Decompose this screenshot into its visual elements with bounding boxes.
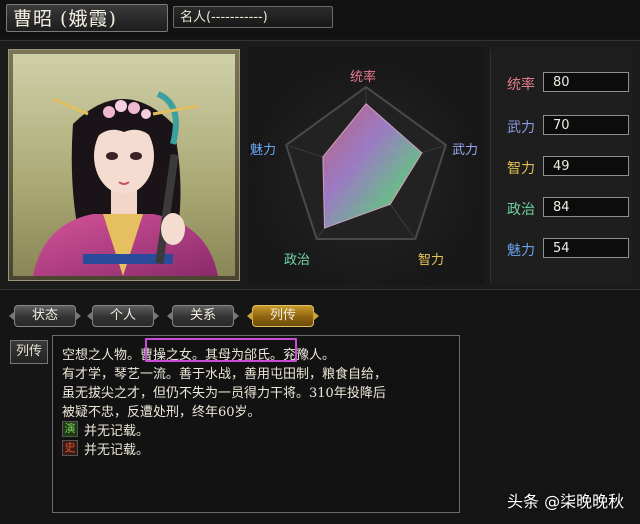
character-name: 曹昭 (娥霞): [6, 4, 168, 32]
stat-row-war: 武力 70: [507, 115, 629, 137]
stat-label: 统率: [507, 77, 535, 93]
tab-status[interactable]: 状态: [14, 305, 76, 327]
portrait-frame: [8, 49, 240, 281]
tab-relations[interactable]: 关系: [172, 305, 234, 327]
romance-icon: 演: [62, 421, 78, 437]
stat-row-intellect: 智力 49: [507, 156, 629, 178]
stats-radar-chart: 统率 武力 智力 政治 魅力: [248, 47, 484, 285]
stat-value: 84: [543, 197, 629, 217]
biography-line: 虽无拔尖之才，但仍不失为一员得力干将。310年投降后: [62, 386, 386, 401]
stat-value: 70: [543, 115, 629, 135]
stat-value: 80: [543, 72, 629, 92]
stat-row-charm: 魅力 54: [507, 238, 629, 260]
radar-label-intellect: 智力: [418, 253, 445, 268]
character-portrait: [13, 54, 235, 276]
fame-field: 名人(-----------): [173, 6, 333, 28]
biography-line: 有才学，琴艺一流。善于水战，善用屯田制，粮食自给，: [62, 367, 388, 382]
radar-label-war: 武力: [452, 143, 479, 158]
radar-label-politics: 政治: [284, 253, 311, 268]
radar-label-command: 统率: [350, 70, 377, 85]
stat-label: 智力: [507, 161, 535, 177]
radar-label-charm: 魅力: [250, 143, 277, 158]
text-highlight-box: [145, 338, 297, 362]
note-text: 并无记载。: [84, 424, 150, 439]
tab-personal[interactable]: 个人: [92, 305, 154, 327]
stat-value: 54: [543, 238, 629, 258]
stat-label: 魅力: [507, 243, 535, 259]
note-text: 并无记载。: [84, 443, 150, 458]
stat-label: 政治: [507, 202, 535, 218]
stat-row-command: 统率 80: [507, 72, 629, 94]
stat-value: 49: [543, 156, 629, 176]
character-info-panel: 统率 武力 智力 政治 魅力 统率 80 武力 70 智力 49 政治 84 魅…: [0, 40, 640, 290]
biography-label: 列传: [10, 340, 48, 364]
stat-label: 武力: [507, 120, 535, 136]
tab-biography[interactable]: 列传: [252, 305, 314, 327]
biography-line: 被疑不忠，反遭处刑，终年60岁。: [62, 405, 261, 420]
watermark: 头条 @柒晚晚秋: [507, 492, 625, 511]
stat-row-politics: 政治 84: [507, 197, 629, 219]
history-icon: 史: [62, 440, 78, 456]
stats-panel: 统率 80 武力 70 智力 49 政治 84 魅力 54: [490, 49, 633, 283]
